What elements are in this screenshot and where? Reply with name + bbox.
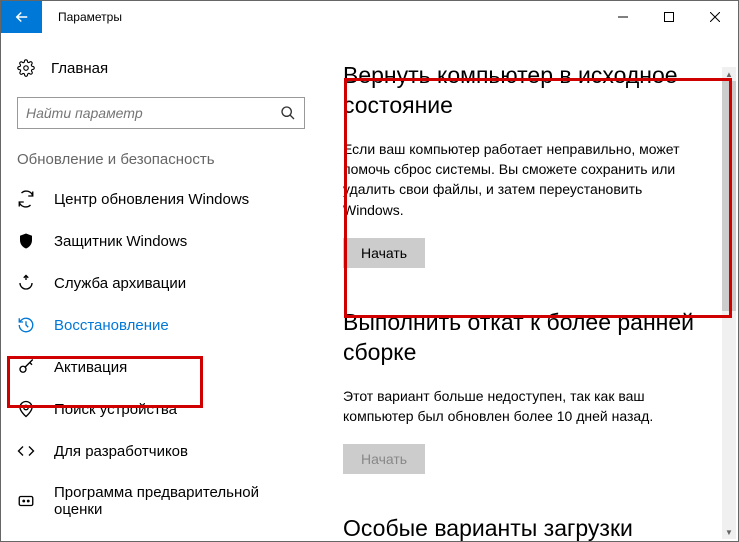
nav-label: Для разработчиков	[54, 443, 188, 460]
insider-icon	[17, 492, 35, 510]
code-icon	[17, 442, 35, 460]
gear-icon	[17, 59, 35, 77]
goback-desc: Этот вариант больше недоступен, так как …	[343, 386, 683, 427]
nav-label: Центр обновления Windows	[54, 191, 249, 208]
nav-label: Защитник Windows	[54, 233, 187, 250]
window-title: Параметры	[42, 1, 600, 33]
home-label: Главная	[51, 60, 108, 77]
sync-icon	[17, 190, 35, 208]
sidebar: Главная Обновление и безопасность Центр …	[1, 33, 321, 541]
sidebar-item-insider[interactable]: Программа предварительной оценки	[1, 472, 321, 530]
nav-label: Программа предварительной оценки	[54, 484, 305, 518]
section-header: Обновление и безопасность	[1, 151, 321, 178]
advanced-startup-heading: Особые варианты загрузки	[343, 514, 716, 541]
titlebar: Параметры	[1, 1, 738, 33]
scroll-down-arrow[interactable]: ▼	[722, 525, 736, 539]
minimize-button[interactable]	[600, 1, 646, 33]
search-box[interactable]	[17, 97, 305, 129]
search-input[interactable]	[26, 105, 280, 121]
close-button[interactable]	[692, 1, 738, 33]
window-controls	[600, 1, 738, 33]
shield-icon	[17, 232, 35, 250]
close-icon	[710, 12, 720, 22]
history-icon	[17, 316, 35, 334]
sidebar-item-recovery[interactable]: Восстановление	[1, 304, 321, 346]
nav-label: Служба архивации	[54, 275, 186, 292]
highlight-reset-section	[344, 78, 732, 318]
maximize-button[interactable]	[646, 1, 692, 33]
back-button[interactable]	[1, 1, 42, 33]
nav-label: Восстановление	[54, 317, 169, 334]
sidebar-item-backup[interactable]: Служба архивации	[1, 262, 321, 304]
backup-icon	[17, 274, 35, 292]
goback-start-button: Начать	[343, 444, 425, 474]
sidebar-item-developers[interactable]: Для разработчиков	[1, 430, 321, 472]
content-area: Главная Обновление и безопасность Центр …	[1, 33, 738, 541]
search-icon	[280, 105, 296, 121]
highlight-recovery-nav	[7, 356, 203, 408]
sidebar-item-defender[interactable]: Защитник Windows	[1, 220, 321, 262]
sidebar-item-windows-update[interactable]: Центр обновления Windows	[1, 178, 321, 220]
sidebar-home[interactable]: Главная	[1, 51, 321, 85]
arrow-left-icon	[13, 8, 31, 26]
maximize-icon	[664, 12, 674, 22]
minimize-icon	[618, 12, 628, 22]
